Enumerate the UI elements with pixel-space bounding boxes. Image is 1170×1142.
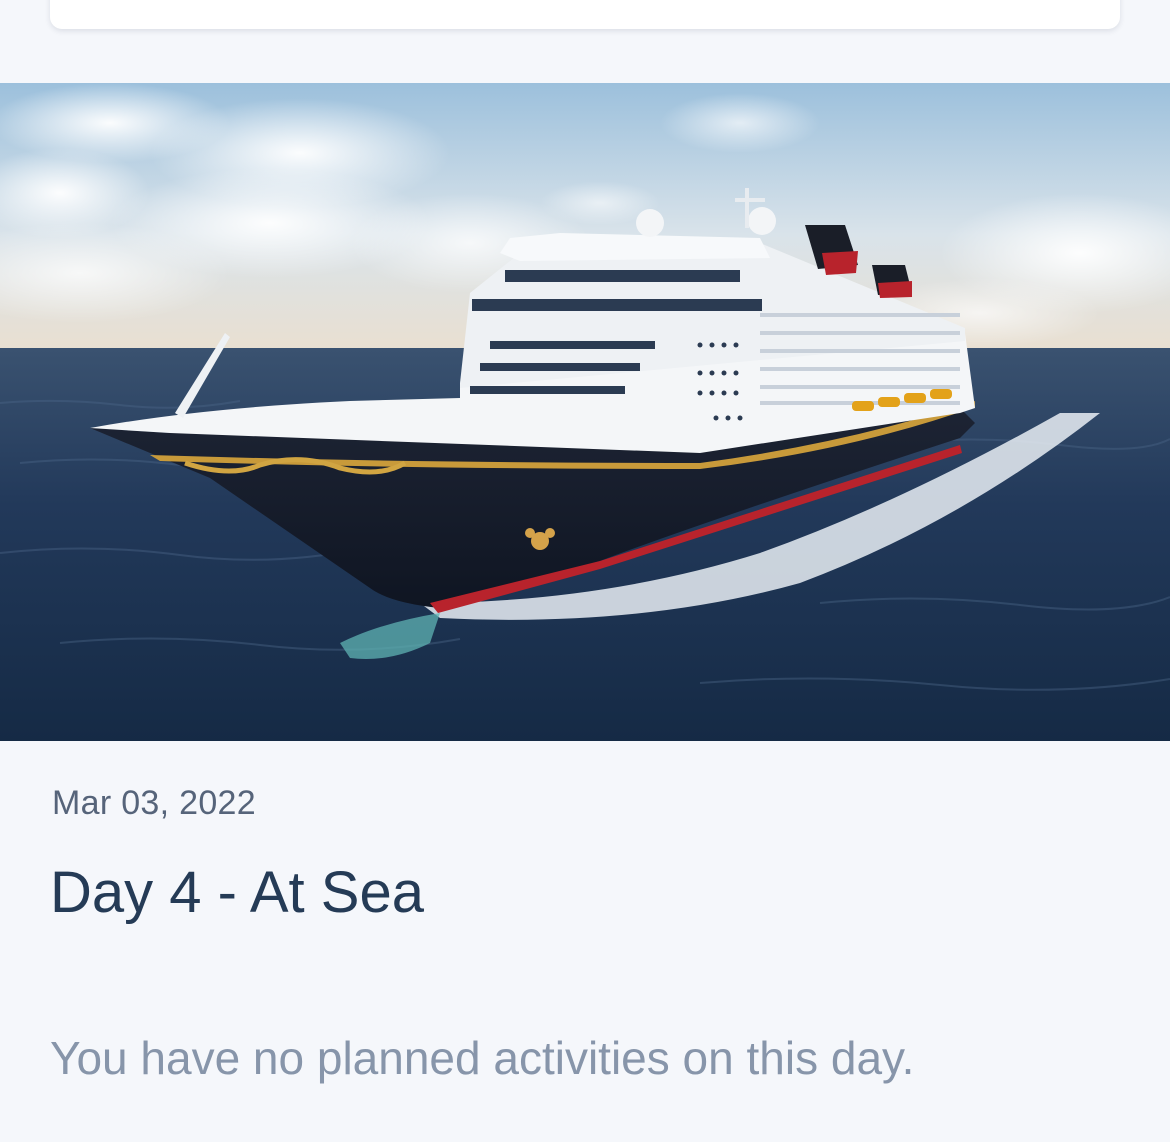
itinerary-day-screen: Mar 03, 2022 Day 4 - At Sea You have no … — [0, 0, 1170, 1142]
itinerary-date: Mar 03, 2022 — [52, 784, 256, 822]
cruise-ship-photo — [0, 83, 1170, 741]
previous-card[interactable] — [50, 0, 1120, 29]
empty-activities-message: You have no planned activities on this d… — [50, 1032, 915, 1084]
hero-image — [0, 83, 1170, 741]
day-title: Day 4 - At Sea — [50, 860, 424, 925]
